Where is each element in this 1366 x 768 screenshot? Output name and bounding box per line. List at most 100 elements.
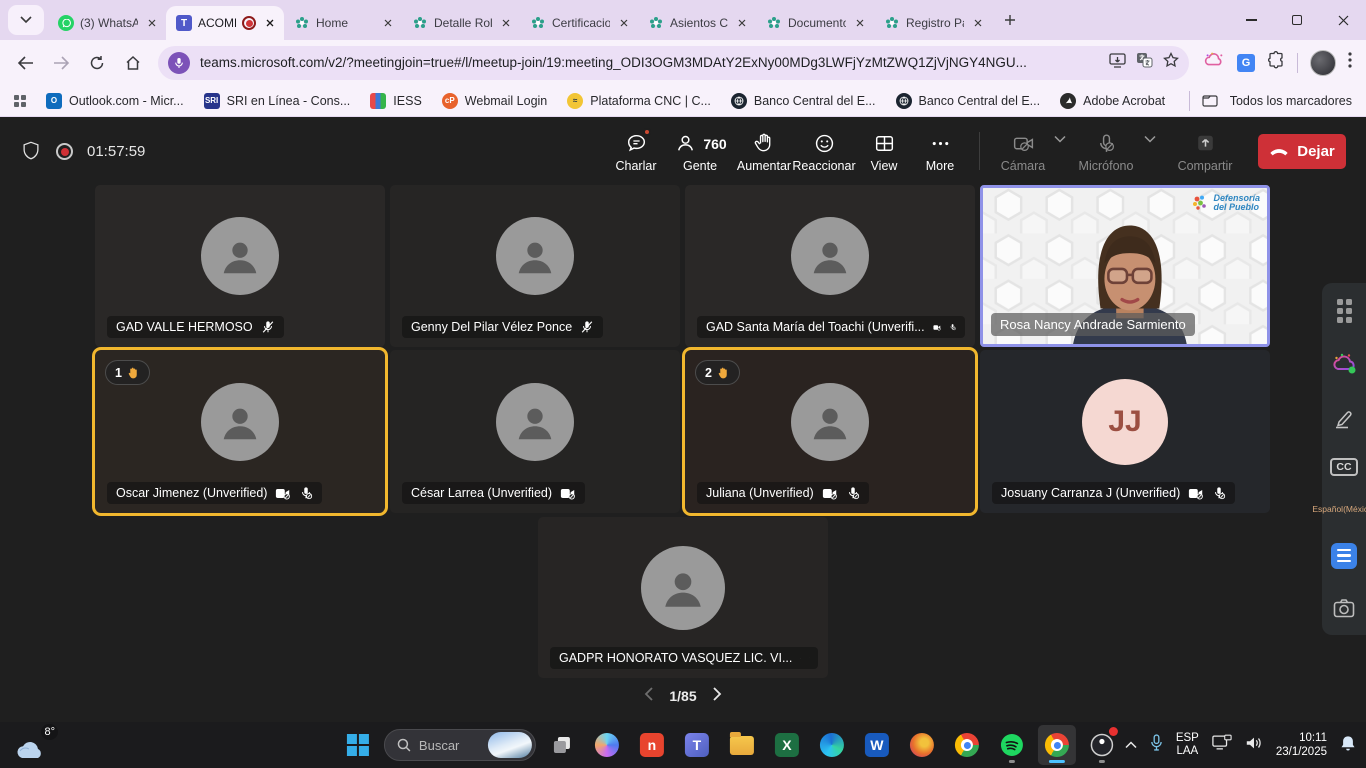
previous-page-chevron[interactable] [644,687,653,704]
leave-button[interactable]: Dejar [1258,134,1346,169]
nitro-pdf-button[interactable]: n [633,725,671,765]
tray-notification-bell-icon[interactable] [1340,734,1356,757]
weather-extension-icon[interactable] [1203,51,1225,74]
spotify-button[interactable] [993,725,1031,765]
tab-teams-meeting[interactable]: T ACOMPA [166,6,284,40]
taskbar-search[interactable]: Buscar [384,729,536,761]
react-button[interactable]: Reaccionar [795,129,853,173]
tray-mic-icon[interactable] [1150,734,1163,756]
participant-tile[interactable]: JJ Josuany Carranza J (Unverified) [980,350,1270,513]
home-button[interactable] [118,48,148,78]
profile-avatar[interactable] [1310,50,1336,76]
participant-tile[interactable]: César Larrea (Unverified) [390,350,680,513]
edge-button[interactable] [813,725,851,765]
raise-hand-button[interactable]: Aumentar [735,129,793,173]
captions-badge[interactable]: CC [1330,458,1357,476]
tab-close-icon[interactable] [498,15,514,31]
tab-close-icon[interactable] [734,15,750,31]
participant-tile[interactable]: GAD Santa María del Toachi (Unverifi... [685,185,975,347]
bookmark-iess[interactable]: IESS [370,93,422,109]
tab-close-icon[interactable] [970,15,986,31]
bookmark-webmail[interactable]: cPWebmail Login [442,93,547,109]
tab-close-icon[interactable] [380,15,396,31]
tab-close-icon[interactable] [852,15,868,31]
share-button[interactable]: Compartir [1170,129,1240,173]
word-button[interactable]: W [858,725,896,765]
install-app-icon[interactable] [1109,53,1126,73]
camera-options-chevron[interactable] [1054,129,1068,143]
browser-menu-icon[interactable] [1348,52,1352,73]
participant-tile[interactable]: Genny Del Pilar Vélez Ponce [390,185,680,347]
excel-button[interactable]: X [768,725,806,765]
more-button[interactable]: More [915,129,965,173]
bookmark-outlook[interactable]: OOutlook.com - Micr... [46,93,184,109]
tray-cast-icon[interactable] [1212,734,1232,756]
new-tab-button[interactable] [996,6,1024,34]
bookmark-adobe[interactable]: Adobe Acrobat [1060,93,1165,109]
firefox-button[interactable] [903,725,941,765]
participant-tile[interactable]: GADPR HONORATO VASQUEZ LIC. VI... [538,517,828,678]
participant-tile-video[interactable]: Defensoríadel Pueblo Rosa Nancy Andrade … [980,185,1270,347]
tab-detalle-rol[interactable]: Detalle Rol [402,6,520,40]
apps-grid-icon[interactable] [1337,299,1352,323]
next-page-chevron[interactable] [713,687,722,704]
participant-tile[interactable]: 1 Oscar Jimenez (Unverified) [95,350,385,513]
camera-off-icon [933,321,941,334]
all-bookmarks[interactable]: Todos los marcadores [1189,91,1352,111]
tab-registro-pagos[interactable]: Registro Pag [874,6,992,40]
bookmark-banco-central-1[interactable]: Banco Central del E... [731,93,876,109]
close-window-button[interactable] [1320,0,1366,40]
tray-chevron-icon[interactable] [1125,736,1137,754]
tab-home[interactable]: Home [284,6,402,40]
mic-permission-icon[interactable] [168,52,190,74]
extensions-puzzle-icon[interactable] [1267,51,1285,74]
language-indicator[interactable]: ESPLAA [1176,732,1199,758]
tab-search-button[interactable] [8,5,44,35]
participant-tile[interactable]: 2 Juliana (Unverified) [685,350,975,513]
chrome-button[interactable] [948,725,986,765]
minimize-button[interactable] [1228,0,1274,40]
camera-button[interactable]: Cámara [994,129,1052,173]
mic-options-chevron[interactable] [1144,129,1158,143]
tab-asientos[interactable]: Asientos Cor [638,6,756,40]
chrome-active-button[interactable] [1038,725,1076,765]
reload-button[interactable] [82,48,112,78]
screenshot-camera-icon[interactable] [1332,597,1356,619]
cloud-extension-icon[interactable] [1330,351,1358,377]
tab-close-icon[interactable] [144,15,160,31]
bookmark-banco-central-2[interactable]: Banco Central del E... [896,93,1041,109]
participant-tile[interactable]: GAD VALLE HERMOSO [95,185,385,347]
teams-app-button[interactable]: T [678,725,716,765]
taskbar-weather-widget[interactable]: 8° [14,726,58,764]
restore-button[interactable] [1274,0,1320,40]
copilot-button[interactable] [588,725,626,765]
url-bar[interactable]: teams.microsoft.com/v2/?meetingjoin=true… [158,46,1189,80]
tab-close-icon[interactable] [262,15,278,31]
tab-certificacion[interactable]: Certificacio [520,6,638,40]
mic-button[interactable]: Micrófono [1070,129,1142,173]
chat-button[interactable]: Charlar [607,129,665,173]
tab-whatsapp[interactable]: (3) WhatsApp [48,6,166,40]
transcript-icon[interactable] [1331,543,1357,569]
task-view-button[interactable] [543,725,581,765]
bookmark-star-icon[interactable] [1163,52,1179,73]
tab-close-icon[interactable] [616,15,632,31]
bookmarks-bar: OOutlook.com - Micr... SRISRI en Línea -… [0,85,1366,117]
forward-button[interactable] [46,48,76,78]
bookmark-sri[interactable]: SRISRI en Línea - Cons... [204,93,351,109]
obs-button[interactable] [1083,725,1121,765]
tray-volume-icon[interactable] [1245,735,1263,756]
highlighter-icon[interactable] [1332,406,1356,430]
back-button[interactable] [10,48,40,78]
view-button[interactable]: View [855,129,913,173]
translate-page-icon[interactable] [1136,52,1153,73]
google-translate-icon[interactable]: G [1237,54,1255,72]
apps-grid-icon[interactable] [14,95,26,107]
file-explorer-button[interactable] [723,725,761,765]
bookmark-cnc[interactable]: ≈Plataforma CNC | C... [567,93,711,109]
tab-documento[interactable]: Documento [756,6,874,40]
weather-temperature: 8° [41,724,58,740]
people-button[interactable]: 760 Gente [667,129,733,173]
start-button[interactable] [339,725,377,765]
tray-clock[interactable]: 10:1123/1/2025 [1276,731,1327,759]
